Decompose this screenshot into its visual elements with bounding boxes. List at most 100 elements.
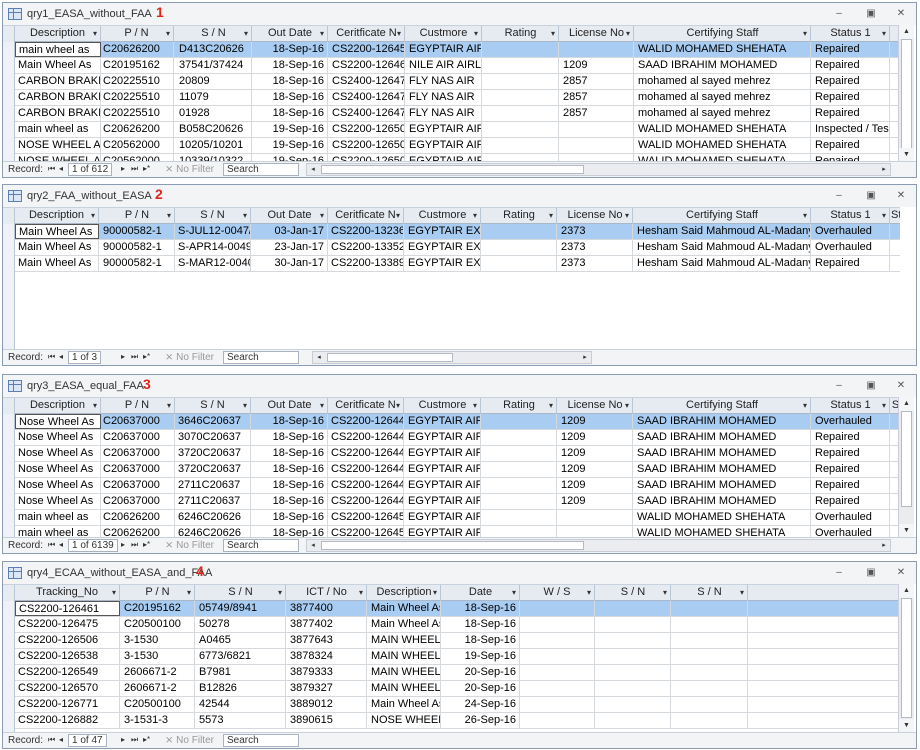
table-cell[interactable]: CS2400-126472 [329, 74, 405, 89]
table-cell[interactable]: Main Wheel As [368, 601, 441, 616]
record-selector-column[interactable] [3, 224, 15, 350]
column-filter-arrow-icon[interactable]: ▾ [396, 398, 400, 413]
table-cell[interactable]: 18-Sep-16 [442, 601, 520, 616]
table-cell[interactable]: C20195162 [121, 601, 195, 616]
select-all-corner[interactable] [3, 208, 15, 224]
column-filter-arrow-icon[interactable]: ▾ [91, 208, 95, 223]
horizontal-scrollbar[interactable]: ◂ ▸ [306, 163, 891, 176]
table-cell[interactable] [672, 681, 748, 696]
column-header[interactable]: Description ▾ [15, 208, 99, 224]
table-cell[interactable]: 2373 [558, 240, 633, 255]
table-cell[interactable]: 2373 [558, 224, 633, 239]
first-record-icon[interactable]: ⏮ [48, 735, 55, 745]
new-record-icon[interactable]: ▸* [143, 540, 150, 549]
table-cell[interactable]: 6773/6821 [196, 649, 286, 664]
table-row[interactable]: CARBON BRAKI C20225510 20809 18-Sep-16 CS240… [15, 74, 900, 90]
column-filter-arrow-icon[interactable]: ▾ [587, 585, 591, 600]
column-filter-arrow-icon[interactable]: ▾ [803, 398, 807, 413]
table-cell[interactable]: MAIN WHEEL A [368, 681, 441, 696]
scroll-left-icon[interactable]: ◂ [307, 164, 319, 175]
table-cell[interactable] [672, 713, 748, 728]
table-cell[interactable]: EGYPTAIR AIRLI [405, 414, 481, 429]
column-filter-arrow-icon[interactable]: ▾ [396, 208, 400, 223]
table-cell[interactable]: D413C20626 [176, 42, 252, 57]
new-record-icon[interactable]: ▸* [143, 164, 150, 173]
table-cell[interactable]: CS2200-126440 [328, 414, 404, 429]
column-header[interactable]: Certifying Staff ▾ [635, 26, 811, 42]
column-filter-arrow-icon[interactable]: ▾ [474, 26, 478, 41]
select-all-corner[interactable] [3, 26, 15, 42]
table-cell[interactable]: 5573 [196, 713, 286, 728]
scroll-left-icon[interactable]: ◂ [307, 540, 319, 551]
column-header[interactable]: S / N ▾ [176, 26, 252, 42]
table-cell[interactable] [483, 58, 559, 73]
column-header[interactable]: Ceritficate N ▾ [328, 398, 404, 414]
table-cell[interactable]: Nose Wheel As [15, 446, 101, 461]
table-cell[interactable]: mohamed al sayed mehrez [635, 90, 811, 105]
column-header[interactable]: Out Date ▾ [252, 398, 328, 414]
table-cell[interactable]: SAAD IBRAHIM MOHAMED [634, 478, 811, 493]
table-cell[interactable] [672, 665, 748, 680]
column-header[interactable]: Certifying Staff ▾ [634, 398, 811, 414]
record-selector-column[interactable] [3, 414, 15, 538]
column-filter-arrow-icon[interactable]: ▾ [243, 208, 247, 223]
table-cell[interactable]: 03-Jan-17 [252, 224, 328, 239]
column-filter-arrow-icon[interactable]: ▾ [626, 26, 630, 41]
column-header[interactable]: P / N ▾ [100, 208, 175, 224]
table-cell[interactable]: 1209 [560, 58, 634, 73]
horizontal-scrollbar[interactable]: ◂ ▸ [312, 351, 592, 364]
table-row[interactable]: CARBON BRAKI C20225510 11079 18-Sep-16 CS240… [15, 90, 900, 106]
table-cell[interactable]: Repaired [812, 90, 890, 105]
table-cell[interactable]: 1209 [558, 462, 633, 477]
table-cell[interactable]: 90000582-1 [100, 240, 175, 255]
table-cell[interactable] [672, 617, 748, 632]
table-cell[interactable]: 90000582-1 [100, 224, 175, 239]
column-filter-arrow-icon[interactable]: ▾ [473, 208, 477, 223]
table-cell[interactable]: Repaired [812, 74, 890, 89]
table-cell[interactable]: 18-Sep-16 [253, 106, 328, 121]
scroll-thumb[interactable] [321, 165, 584, 174]
table-cell[interactable]: C20500100 [121, 617, 195, 632]
table-cell[interactable]: 24-Sep-16 [442, 697, 520, 712]
table-cell[interactable]: 6246C20626 [175, 510, 251, 525]
column-filter-arrow-icon[interactable]: ▾ [167, 208, 171, 223]
table-cell[interactable]: EGYPTAIR EXPR [405, 224, 481, 239]
table-cell[interactable]: SAAD IBRAHIM MOHAMED [635, 58, 811, 73]
table-cell[interactable]: 18-Sep-16 [442, 617, 520, 632]
table-row[interactable]: CS2200-126771 C20500100 42544 3889012 Main W… [15, 697, 900, 713]
current-record-input[interactable]: 1 of 3 [68, 351, 102, 364]
table-cell[interactable]: NOSE WHEEL A [15, 138, 101, 153]
table-cell[interactable]: CS2200-126507 [329, 122, 405, 137]
table-cell[interactable]: S-APR14-0049/ [175, 240, 251, 255]
column-header[interactable]: Description ▾ [15, 398, 101, 414]
column-header[interactable]: License No ▾ [558, 398, 633, 414]
table-cell[interactable]: 3877402 [287, 617, 367, 632]
table-row[interactable]: main wheel as C20626200 6246C20626 18-Sep-1… [15, 510, 900, 526]
table-cell[interactable] [596, 713, 671, 728]
column-filter-arrow-icon[interactable]: ▾ [320, 208, 324, 223]
scroll-thumb[interactable] [901, 598, 912, 718]
table-cell[interactable]: WALID MOHAMED SHEHATA [635, 42, 811, 57]
table-cell[interactable]: 3-1530 [121, 649, 195, 664]
table-cell[interactable]: main wheel as [15, 122, 101, 137]
table-row[interactable]: Main Wheel As 90000582-1 S-MAR12-0040 30-Ja… [15, 256, 900, 272]
table-cell[interactable]: NILE AIR AIRLIN [406, 58, 482, 73]
table-cell[interactable] [560, 42, 634, 57]
table-cell[interactable] [672, 649, 748, 664]
table-cell[interactable]: 37541/37424 [176, 58, 252, 73]
column-header[interactable]: Status 1 ▾ [812, 208, 890, 224]
table-cell[interactable]: C20626200 [100, 42, 174, 57]
table-cell[interactable]: 1209 [558, 478, 633, 493]
table-cell[interactable]: 18-Sep-16 [252, 494, 328, 509]
scroll-thumb[interactable] [327, 353, 453, 362]
column-filter-arrow-icon[interactable]: ▾ [882, 398, 886, 413]
close-icon[interactable]: ✕ [893, 7, 909, 21]
table-cell[interactable]: C20225510 [100, 74, 174, 89]
column-filter-arrow-icon[interactable]: ▾ [112, 585, 116, 600]
table-cell[interactable]: 42544 [196, 697, 286, 712]
table-cell[interactable]: Nose Wheel As [15, 478, 101, 493]
table-cell[interactable] [891, 224, 900, 239]
table-cell[interactable]: 3890615 [287, 713, 367, 728]
column-header[interactable]: Custmore ▾ [406, 26, 482, 42]
scroll-up-icon[interactable]: ▲ [899, 25, 914, 39]
